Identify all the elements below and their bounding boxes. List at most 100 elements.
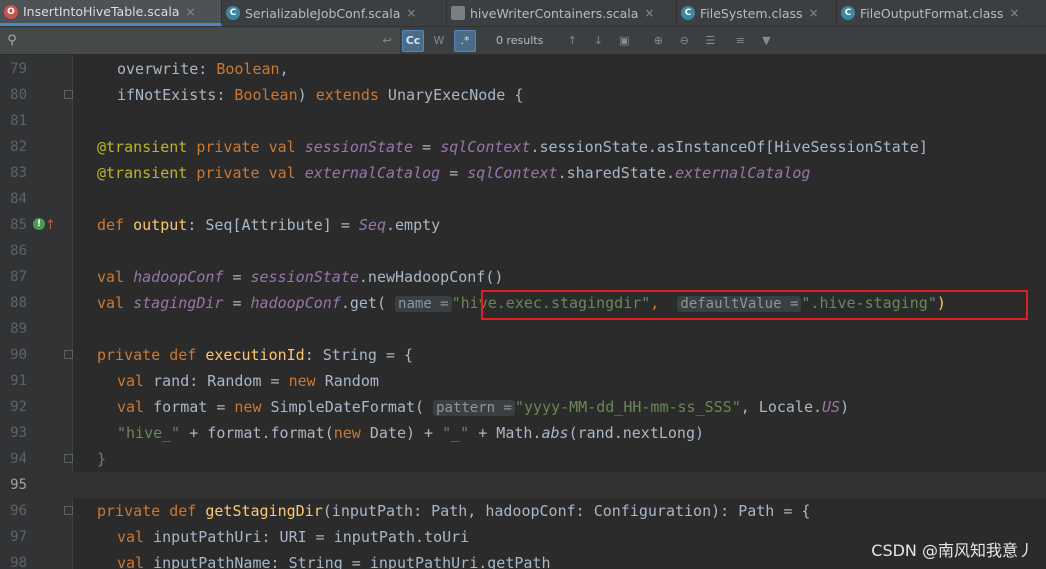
line-number: 85 bbox=[10, 217, 27, 233]
parameter-hint: defaultValue = bbox=[677, 296, 802, 312]
tab-filesystem-class[interactable]: C FileSystem.class × bbox=[677, 0, 837, 26]
tab-label: FileSystem.class bbox=[700, 5, 803, 21]
code-text: @transient private val sessionState = sq… bbox=[97, 138, 928, 156]
overrides-arrow-icon[interactable]: ↑ bbox=[45, 213, 56, 239]
line-number: 87 bbox=[10, 269, 27, 285]
code-text: val format = new SimpleDateFormat( patte… bbox=[117, 398, 850, 416]
add-occurrence-icon[interactable]: ⊕ bbox=[647, 30, 669, 52]
line-number: 84 bbox=[10, 191, 27, 207]
line-number: 83 bbox=[10, 165, 27, 181]
code-line-85[interactable]: 85 ! ↑ def output: Seq[Attribute] = Seq.… bbox=[0, 212, 1046, 238]
new-line-icon[interactable]: ↩ bbox=[376, 30, 398, 52]
code-text: val stagingDir = hadoopConf.get( name = "… bbox=[97, 294, 946, 312]
code-line-91[interactable]: 91 val rand: Random = new Random bbox=[0, 368, 1046, 394]
tab-serializablejobconf[interactable]: C SerializableJobConf.scala × bbox=[222, 0, 447, 26]
java-class-icon: C bbox=[841, 6, 855, 20]
close-icon[interactable]: × bbox=[644, 6, 654, 20]
find-in-window-icon[interactable]: ▣ bbox=[613, 30, 635, 52]
line-number: 89 bbox=[10, 321, 27, 337]
line-number: 93 bbox=[10, 425, 27, 441]
code-line-87[interactable]: 87 val hadoopConf = sessionState.newHado… bbox=[0, 264, 1046, 290]
watermark: CSDN @南风知我意丿 bbox=[871, 541, 1034, 560]
code-text: } bbox=[97, 450, 107, 468]
code-line-89[interactable]: 89 bbox=[0, 316, 1046, 342]
scala-object-icon: O bbox=[4, 4, 18, 19]
code-text: private def executionId: String = { bbox=[97, 346, 414, 364]
parameter-hint: pattern = bbox=[433, 400, 515, 416]
tab-insertintohivetable[interactable]: O InsertIntoHiveTable.scala × bbox=[0, 0, 222, 26]
line-number: 90 bbox=[10, 347, 27, 363]
match-case-button[interactable]: Cc bbox=[402, 29, 424, 52]
close-icon[interactable]: × bbox=[185, 5, 195, 19]
code-text: val inputPathName: String = inputPathUri… bbox=[117, 554, 551, 569]
tab-label: InsertIntoHiveTable.scala bbox=[23, 4, 180, 19]
code-line-81[interactable]: 81 bbox=[0, 108, 1046, 134]
code-line-96[interactable]: 96 private def getStagingDir(inputPath: … bbox=[0, 498, 1046, 524]
line-number: 81 bbox=[10, 113, 27, 129]
line-number: 98 bbox=[10, 555, 27, 569]
parameter-hint: name = bbox=[395, 296, 452, 312]
tab-label: SerializableJobConf.scala bbox=[245, 5, 401, 21]
line-number: 96 bbox=[10, 503, 27, 519]
next-occurrence-icon[interactable]: ↓ bbox=[587, 30, 609, 52]
code-line-80[interactable]: 80 ifNotExists: Boolean) extends UnaryEx… bbox=[0, 82, 1046, 108]
fold-marker[interactable] bbox=[64, 90, 73, 99]
code-line-82[interactable]: 82 @transient private val sessionState =… bbox=[0, 134, 1046, 160]
remove-occurrence-icon[interactable]: ⊖ bbox=[673, 30, 695, 52]
code-text: val hadoopConf = sessionState.newHadoopC… bbox=[97, 268, 504, 286]
code-line-93[interactable]: 93 "hive_" + format.format(new Date) + "… bbox=[0, 420, 1046, 446]
java-class-icon: C bbox=[681, 6, 695, 20]
line-number: 97 bbox=[10, 529, 27, 545]
code-text: val rand: Random = new Random bbox=[117, 372, 379, 390]
fold-marker[interactable] bbox=[64, 350, 73, 359]
scala-class-icon: C bbox=[226, 6, 240, 20]
code-text: overwrite: Boolean, bbox=[117, 60, 289, 78]
line-number: 94 bbox=[10, 451, 27, 467]
code-line-90[interactable]: 90 private def executionId: String = { bbox=[0, 342, 1046, 368]
code-line-95[interactable]: 95 bbox=[0, 472, 1046, 498]
filter-settings-icon[interactable]: ≡ bbox=[729, 30, 751, 52]
whole-words-button[interactable]: W bbox=[428, 30, 450, 52]
close-icon[interactable]: × bbox=[809, 6, 819, 20]
tab-hivewritercontainers[interactable]: hiveWriterContainers.scala × bbox=[447, 0, 677, 26]
search-input[interactable] bbox=[24, 29, 374, 52]
code-line-94[interactable]: 94 } bbox=[0, 446, 1046, 472]
editor-tab-bar: O InsertIntoHiveTable.scala × C Serializ… bbox=[0, 0, 1046, 27]
line-number: 79 bbox=[10, 61, 27, 77]
code-text: def output: Seq[Attribute] = Seq.empty bbox=[97, 216, 441, 234]
fold-marker[interactable] bbox=[64, 454, 73, 463]
line-number: 82 bbox=[10, 139, 27, 155]
scala-file-icon bbox=[451, 6, 465, 20]
implements-marker-icon[interactable]: ! bbox=[33, 218, 45, 230]
code-text: @transient private val externalCatalog =… bbox=[97, 164, 811, 182]
filter-icon[interactable]: ▼ bbox=[755, 30, 777, 52]
line-number: 91 bbox=[10, 373, 27, 389]
close-icon[interactable]: × bbox=[1009, 6, 1019, 20]
tab-fileoutputformat-class[interactable]: C FileOutputFormat.class × bbox=[837, 0, 1046, 26]
close-icon[interactable]: × bbox=[406, 6, 416, 20]
find-bar: ⚲ ↩ Cc W .* 0 results ↑ ↓ ▣ ⊕ ⊖ ☰ ≡ ▼ bbox=[0, 27, 1046, 55]
code-editor[interactable]: 79 overwrite: Boolean, 80 ifNotExists: B… bbox=[0, 55, 1046, 569]
line-number: 80 bbox=[10, 87, 27, 103]
line-number: 95 bbox=[10, 477, 27, 493]
tab-label: FileOutputFormat.class bbox=[860, 5, 1004, 21]
regex-button[interactable]: .* bbox=[454, 29, 476, 52]
line-number: 86 bbox=[10, 243, 27, 259]
search-field: ⚲ ↩ bbox=[0, 27, 400, 54]
code-text: "hive_" + format.format(new Date) + "_" … bbox=[117, 424, 705, 442]
line-number: 88 bbox=[10, 295, 27, 311]
previous-occurrence-icon[interactable]: ↑ bbox=[561, 30, 583, 52]
select-all-occurrences-icon[interactable]: ☰ bbox=[699, 30, 721, 52]
fold-marker[interactable] bbox=[64, 506, 73, 515]
code-line-86[interactable]: 86 bbox=[0, 238, 1046, 264]
code-line-92[interactable]: 92 val format = new SimpleDateFormat( pa… bbox=[0, 394, 1046, 420]
results-count: 0 results bbox=[496, 34, 544, 47]
code-line-83[interactable]: 83 @transient private val externalCatalo… bbox=[0, 160, 1046, 186]
code-line-88[interactable]: 88 val stagingDir = hadoopConf.get( name… bbox=[0, 290, 1046, 316]
code-line-84[interactable]: 84 bbox=[0, 186, 1046, 212]
line-number: 92 bbox=[10, 399, 27, 415]
code-line-79[interactable]: 79 overwrite: Boolean, bbox=[0, 56, 1046, 82]
code-text: ifNotExists: Boolean) extends UnaryExecN… bbox=[117, 86, 524, 104]
search-icon[interactable]: ⚲ bbox=[0, 33, 24, 48]
tab-label: hiveWriterContainers.scala bbox=[470, 5, 639, 21]
